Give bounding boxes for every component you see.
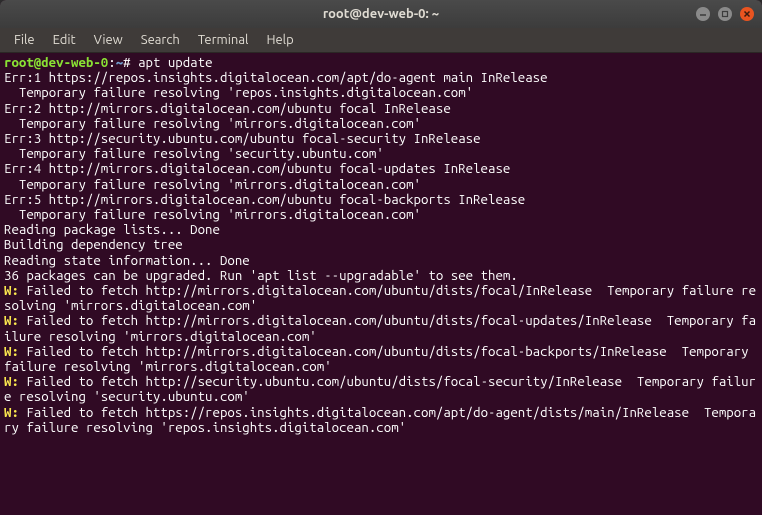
output-line: Temporary failure resolving 'mirrors.dig… bbox=[4, 177, 421, 192]
terminal-window: root@dev-web-0: ~ File Edit View Search … bbox=[0, 0, 762, 515]
warning-text: Failed to fetch https://repos.insights.d… bbox=[4, 405, 756, 435]
warning-prefix: W: bbox=[4, 344, 26, 359]
output-line: Temporary failure resolving 'repos.insig… bbox=[4, 85, 473, 100]
window-controls bbox=[696, 7, 754, 21]
output-line: Reading package lists... Done bbox=[4, 222, 220, 237]
output-line: Temporary failure resolving 'security.ub… bbox=[4, 146, 384, 161]
warning-prefix: W: bbox=[4, 313, 26, 328]
warning-prefix: W: bbox=[4, 405, 26, 420]
maximize-icon bbox=[721, 10, 729, 18]
prompt-colon: : bbox=[108, 55, 115, 70]
warning-prefix: W: bbox=[4, 374, 26, 389]
output-line: Err:4 http://mirrors.digitalocean.com/ub… bbox=[4, 161, 510, 176]
close-button[interactable] bbox=[740, 7, 754, 21]
prompt-hash: # bbox=[123, 55, 130, 70]
output-line: 36 packages can be upgraded. Run 'apt li… bbox=[4, 268, 518, 283]
warning-line: W: Failed to fetch http://mirrors.digita… bbox=[4, 283, 756, 313]
titlebar[interactable]: root@dev-web-0: ~ bbox=[0, 0, 762, 28]
maximize-button[interactable] bbox=[718, 7, 732, 21]
menu-edit[interactable]: Edit bbox=[45, 31, 84, 49]
prompt: root@dev-web-0:~# bbox=[4, 55, 131, 70]
warning-text: Failed to fetch http://mirrors.digitaloc… bbox=[4, 283, 756, 313]
minimize-icon bbox=[699, 10, 707, 18]
typed-command: apt update bbox=[138, 55, 212, 70]
terminal-body[interactable]: root@dev-web-0:~# apt update Err:1 https… bbox=[0, 53, 762, 515]
warning-text: Failed to fetch http://mirrors.digitaloc… bbox=[4, 313, 756, 343]
window-title: root@dev-web-0: ~ bbox=[8, 7, 754, 21]
output-line: Err:3 http://security.ubuntu.com/ubuntu … bbox=[4, 131, 481, 146]
warning-text: Failed to fetch http://mirrors.digitaloc… bbox=[4, 344, 756, 374]
menu-help[interactable]: Help bbox=[258, 31, 301, 49]
output-line: Building dependency tree bbox=[4, 237, 183, 252]
output-line: Reading state information... Done bbox=[4, 253, 250, 268]
menubar: File Edit View Search Terminal Help bbox=[0, 28, 762, 53]
menu-view[interactable]: View bbox=[86, 31, 131, 49]
warning-line: W: Failed to fetch https://repos.insight… bbox=[4, 405, 756, 435]
warning-line: W: Failed to fetch http://mirrors.digita… bbox=[4, 344, 756, 374]
output-line: Temporary failure resolving 'mirrors.dig… bbox=[4, 116, 421, 131]
output-line: Temporary failure resolving 'mirrors.dig… bbox=[4, 207, 421, 222]
warning-line: W: Failed to fetch http://security.ubunt… bbox=[4, 374, 756, 404]
minimize-button[interactable] bbox=[696, 7, 710, 21]
output-line: Err:5 http://mirrors.digitalocean.com/ub… bbox=[4, 192, 525, 207]
prompt-user-host: root@dev-web-0 bbox=[4, 55, 108, 70]
output-line: Err:1 https://repos.insights.digitalocea… bbox=[4, 70, 548, 85]
output-line: Err:2 http://mirrors.digitalocean.com/ub… bbox=[4, 101, 451, 116]
warning-text: Failed to fetch http://security.ubuntu.c… bbox=[4, 374, 756, 404]
menu-terminal[interactable]: Terminal bbox=[190, 31, 257, 49]
warning-prefix: W: bbox=[4, 283, 26, 298]
menu-search[interactable]: Search bbox=[133, 31, 188, 49]
close-icon bbox=[743, 10, 751, 18]
menu-file[interactable]: File bbox=[6, 31, 43, 49]
warning-line: W: Failed to fetch http://mirrors.digita… bbox=[4, 313, 756, 343]
